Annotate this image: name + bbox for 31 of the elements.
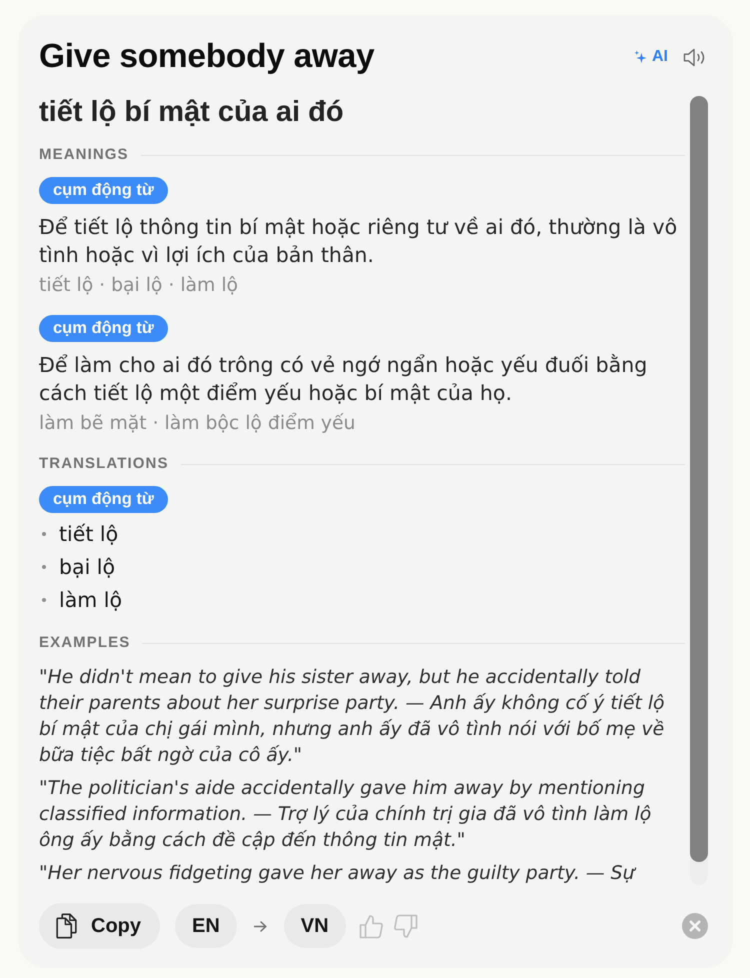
section-heading: EXAMPLES [39, 634, 130, 652]
copy-button[interactable]: Copy [39, 903, 160, 949]
source-language-button[interactable]: EN [175, 904, 237, 948]
bullet-icon [42, 532, 46, 536]
target-language-button[interactable]: VN [284, 904, 346, 948]
bullet-icon [42, 598, 46, 602]
thumbs-up-icon[interactable] [358, 914, 384, 938]
synonyms-text: tiết lộ · bại lộ · làm lộ [39, 274, 240, 298]
close-icon[interactable] [682, 913, 708, 939]
example-sentence: "He didn't mean to give his sister away, but he accidentally told their parents about her surprise party. — Anh ấy không cố ý tiết lộ bí mật của chị gái mình, nhưng anh ấy đã vô tình nói với bố mẹ về bữa tiệc bất ngờ của cô ấy." [39, 666, 666, 768]
part-of-speech-tag: cụm động từ [39, 486, 168, 513]
phrase-translation: tiết lộ bí mật của ai đó [39, 96, 345, 128]
section-heading: MEANINGS [39, 146, 129, 164]
definition-text: Để làm cho ai đó trông có vẻ ngớ ngẩn hoặc yếu đuối bằng cách tiết lộ một điểm yếu hoặc bí mật của họ. [39, 352, 648, 407]
translation-text: bại lộ [59, 554, 116, 580]
arrow-icon [254, 920, 267, 932]
part-of-speech-tag: cụm động từ [39, 315, 168, 342]
sparkle-icon [634, 50, 647, 64]
part-of-speech-tag: cụm động từ [39, 177, 168, 204]
example-sentence: "Her nervous fidgeting gave her away as the guilty party. — Sự [39, 862, 638, 885]
synonyms-text: làm bẽ mặt · làm bộc lộ điểm yếu [39, 412, 356, 436]
example-sentence: "The politician's aide accidentally gave him away by mentioning classified information. — Trợ lý của chính trị gia đã vô tình làm lộ ông ấy bằng cách đề cập đến thông tin mật." [39, 777, 652, 853]
thumbs-down-icon[interactable] [392, 914, 418, 938]
copy-icon [56, 913, 77, 939]
translation-text: tiết lộ [59, 520, 118, 548]
phrase-title: Give somebody away [39, 37, 374, 77]
definition-text: Để tiết lộ thông tin bí mật hoặc riêng tư về ai đó, thường là vô tình hoặc vì lợi ích của bản thân. [39, 214, 678, 269]
translation-text: làm lộ [59, 586, 122, 614]
ai-label: AI [652, 48, 668, 66]
bullet-icon [42, 564, 46, 568]
section-heading: TRANSLATIONS [39, 455, 169, 473]
